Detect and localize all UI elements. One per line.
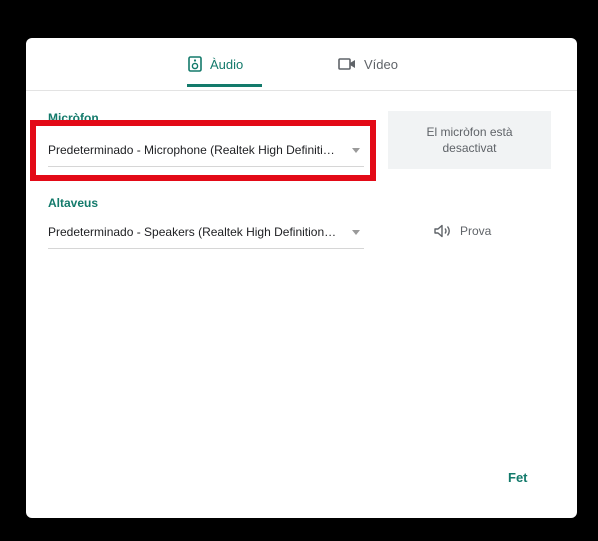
speaker-icon bbox=[188, 56, 202, 72]
active-tab-indicator bbox=[187, 84, 262, 87]
microphone-label: Micròfon bbox=[48, 111, 99, 125]
done-button[interactable]: Fet bbox=[508, 470, 528, 485]
tab-video[interactable]: Vídeo bbox=[338, 38, 398, 90]
speakers-label: Altaveus bbox=[48, 196, 99, 210]
video-camera-icon bbox=[338, 57, 356, 71]
test-speakers-button[interactable]: Prova bbox=[434, 220, 491, 242]
test-speakers-label: Prova bbox=[460, 224, 492, 238]
tab-video-label: Vídeo bbox=[364, 56, 398, 72]
tab-audio-label: Àudio bbox=[210, 56, 244, 72]
volume-icon bbox=[434, 224, 452, 238]
microphone-status-box: El micròfon està desactivat bbox=[388, 111, 551, 169]
microphone-select-value: Predeterminado - Microphone (Realtek Hig… bbox=[48, 143, 338, 157]
microphone-status-text: El micròfon està desactivat bbox=[426, 125, 513, 155]
audio-video-settings-dialog: Àudio Vídeo Micròfon Predeterminado - Mi… bbox=[26, 38, 577, 518]
tab-audio[interactable]: Àudio bbox=[188, 38, 243, 90]
speakers-select[interactable]: Predeterminado - Speakers (Realtek High … bbox=[48, 216, 364, 249]
microphone-select[interactable]: Predeterminado - Microphone (Realtek Hig… bbox=[48, 134, 364, 167]
settings-tabs: Àudio Vídeo bbox=[26, 38, 577, 91]
caret-down-icon bbox=[352, 229, 360, 235]
speakers-select-value: Predeterminado - Speakers (Realtek High … bbox=[48, 225, 338, 239]
caret-down-icon bbox=[352, 147, 360, 153]
